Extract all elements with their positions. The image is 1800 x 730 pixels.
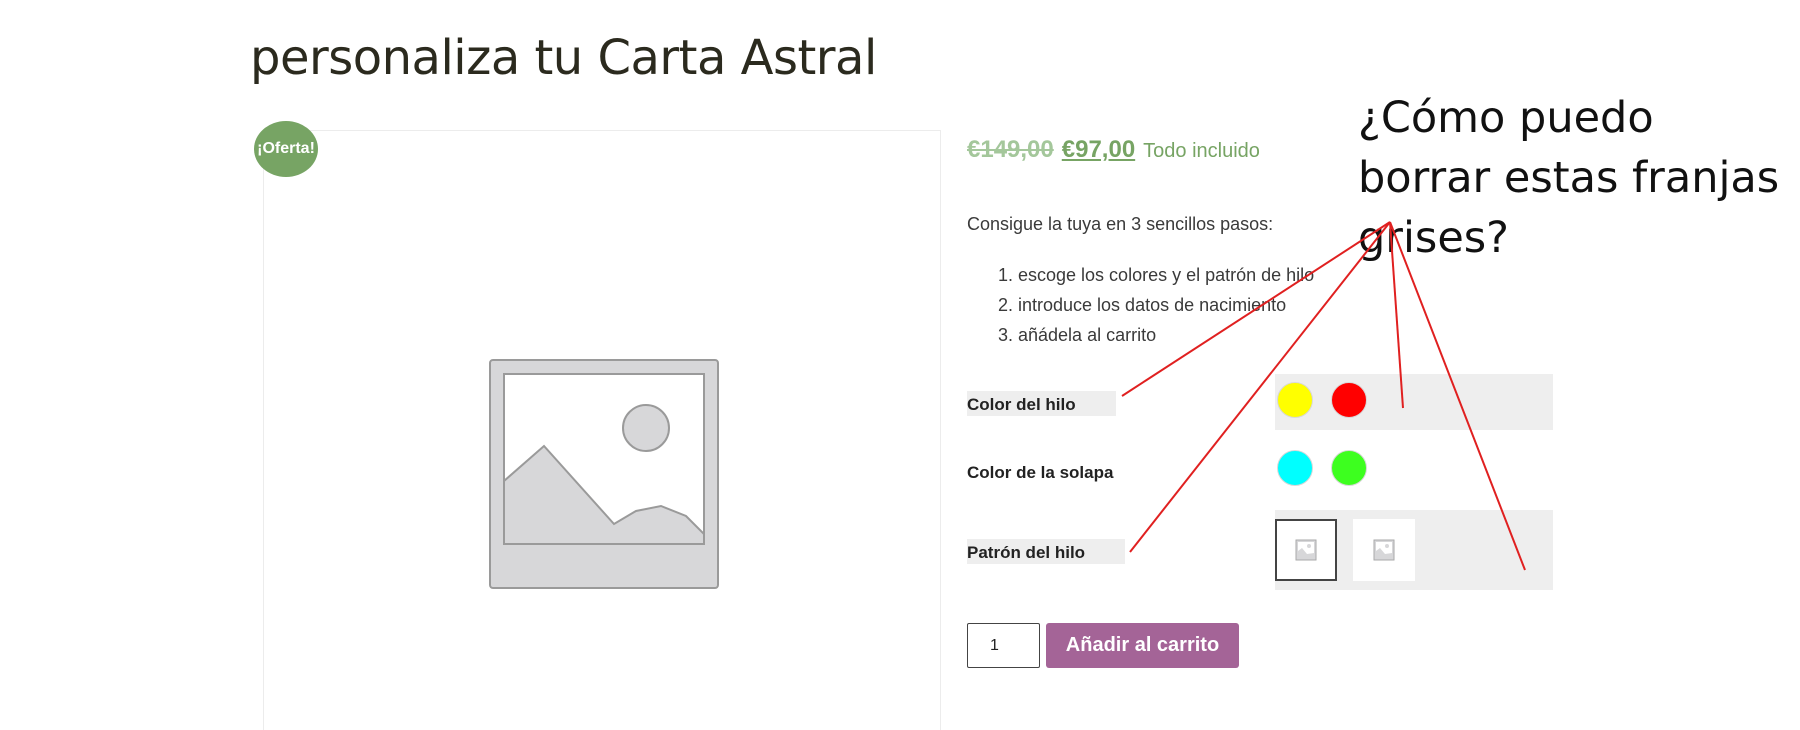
price-suffix: Todo incluido — [1143, 140, 1260, 162]
image-placeholder-icon — [1295, 539, 1317, 561]
pattern-swatch-1[interactable] — [1275, 519, 1337, 581]
page-title: personaliza tu Carta Astral — [250, 30, 877, 86]
quantity-input[interactable] — [967, 623, 1040, 668]
add-to-cart-button[interactable]: Añadir al carrito — [1046, 623, 1239, 668]
swatch-green[interactable] — [1331, 450, 1367, 486]
step-item: escoge los colores y el patrón de hilo — [1018, 260, 1314, 290]
product-gallery[interactable] — [263, 130, 941, 730]
thread-pattern-label: Patrón del hilo — [967, 539, 1126, 564]
swatch-red[interactable] — [1331, 382, 1367, 418]
steps-list: escoge los colores y el patrón de hilo i… — [998, 260, 1314, 350]
sale-badge: ¡Oferta! — [254, 121, 318, 177]
flap-color-label: Color de la solapa — [967, 463, 1114, 482]
image-placeholder-icon — [489, 359, 719, 589]
price: €149,00 €97,00 Todo incluido — [967, 136, 1260, 164]
thread-color-swatches — [1275, 374, 1553, 430]
thread-pattern-swatches — [1275, 510, 1553, 590]
flap-color-swatches — [1275, 442, 1553, 498]
image-placeholder-icon — [1373, 539, 1395, 561]
swatch-yellow[interactable] — [1277, 382, 1313, 418]
annotation-question: ¿Cómo puedo borrar estas franjas grises? — [1358, 93, 1780, 263]
swatch-cyan[interactable] — [1277, 450, 1313, 486]
sale-price: €97,00 — [1061, 136, 1136, 163]
regular-price: €149,00 — [967, 136, 1054, 163]
thread-color-label: Color del hilo — [967, 391, 1116, 416]
pattern-swatch-2[interactable] — [1353, 519, 1415, 581]
short-description: Consigue la tuya en 3 sencillos pasos: — [967, 214, 1274, 234]
step-item: añádela al carrito — [1018, 320, 1314, 350]
step-item: introduce los datos de nacimiento — [1018, 290, 1314, 320]
